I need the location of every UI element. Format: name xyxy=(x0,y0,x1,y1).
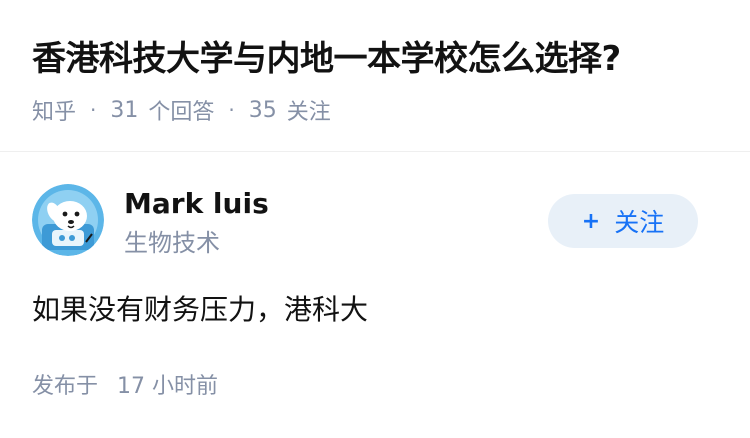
dog-astronaut-icon xyxy=(32,184,104,256)
follow-button[interactable]: + 关注 xyxy=(548,194,698,248)
question-title[interactable]: 香港科技大学与内地一本学校怎么选择? xyxy=(32,36,621,82)
meta-separator: · xyxy=(90,98,97,122)
source-label[interactable]: 知乎 xyxy=(32,94,76,126)
answer-count-label: 个回答 xyxy=(148,100,215,125)
question-meta: 知乎 · 31 个回答 · 35 关注 xyxy=(32,94,331,126)
author-name[interactable]: Mark luis xyxy=(124,185,269,223)
follow-button-label: 关注 xyxy=(614,208,665,237)
publish-time: 发布于 17 小时前 xyxy=(32,372,218,402)
answer-card: Mark luis 生物技术 + 关注 如果没有财务压力，港科大 发布于 17 … xyxy=(0,152,750,438)
plus-icon: + xyxy=(581,208,601,234)
answer-count: 31 xyxy=(110,97,139,123)
follow-count-label: 关注 xyxy=(286,100,331,125)
follow-count: 35 xyxy=(248,97,277,123)
publish-time-value: 17 小时前 xyxy=(117,374,219,399)
author-bio: 生物技术 xyxy=(124,229,220,257)
publish-label: 发布于 xyxy=(32,374,99,399)
question-header: 香港科技大学与内地一本学校怎么选择? 知乎 · 31 个回答 · 35 关注 xyxy=(0,0,750,152)
avatar[interactable] xyxy=(32,184,104,256)
answer-content[interactable]: 如果没有财务压力，港科大 xyxy=(32,290,368,330)
meta-separator: · xyxy=(228,98,235,122)
